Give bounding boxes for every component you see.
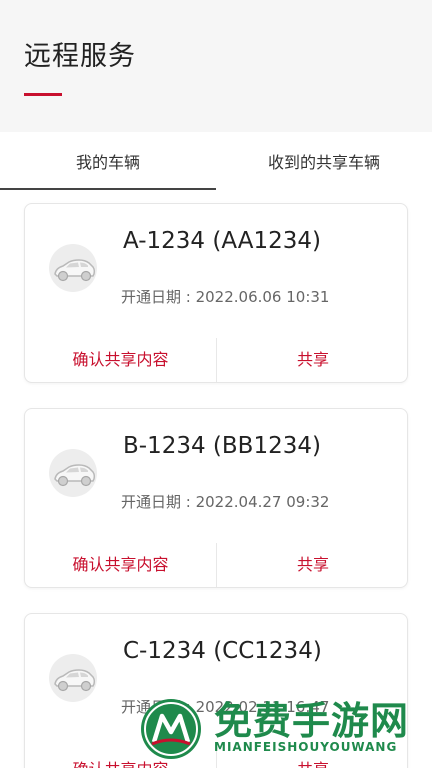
share-button[interactable]: 共享 [217, 334, 409, 382]
tab-bar: 我的车辆 收到的共享车辆 [0, 132, 432, 190]
watermark-subtitle: MIANFEISHOUYOUWANG [214, 740, 398, 754]
vehicle-plate: B-1234 (BB1234) [123, 433, 321, 459]
vehicle-card: A-1234 (AA1234) 开通日期 : 2022.06.06 10:31 … [24, 203, 408, 383]
car-icon [49, 449, 97, 497]
car-icon [49, 244, 97, 292]
vehicle-plate: A-1234 (AA1234) [123, 228, 321, 254]
activation-date: 开通日期 : 2022.06.06 10:31 [121, 288, 330, 306]
page-header: 远程服务 [0, 0, 432, 132]
active-tab-indicator [0, 188, 216, 190]
card-actions: 确认共享内容 共享 [25, 334, 409, 382]
watermark-title: 免费手游网 [214, 698, 410, 743]
confirm-share-content-button[interactable]: 确认共享内容 [25, 334, 216, 382]
share-button[interactable]: 共享 [217, 539, 409, 587]
site-watermark: 免费手游网 MIANFEISHOUYOUWANG [138, 690, 428, 768]
tab-received-shared-vehicles[interactable]: 收到的共享车辆 [216, 132, 432, 190]
car-icon [49, 654, 97, 702]
tab-my-vehicles[interactable]: 我的车辆 [0, 132, 216, 190]
page-title: 远程服务 [24, 41, 136, 72]
activation-date: 开通日期 : 2022.04.27 09:32 [121, 493, 330, 511]
vehicle-card: B-1234 (BB1234) 开通日期 : 2022.04.27 09:32 … [24, 408, 408, 588]
watermark-logo-icon [138, 696, 204, 762]
confirm-share-content-button[interactable]: 确认共享内容 [25, 539, 216, 587]
card-actions: 确认共享内容 共享 [25, 539, 409, 587]
vehicle-plate: C-1234 (CC1234) [123, 638, 322, 664]
title-underline [24, 93, 62, 96]
